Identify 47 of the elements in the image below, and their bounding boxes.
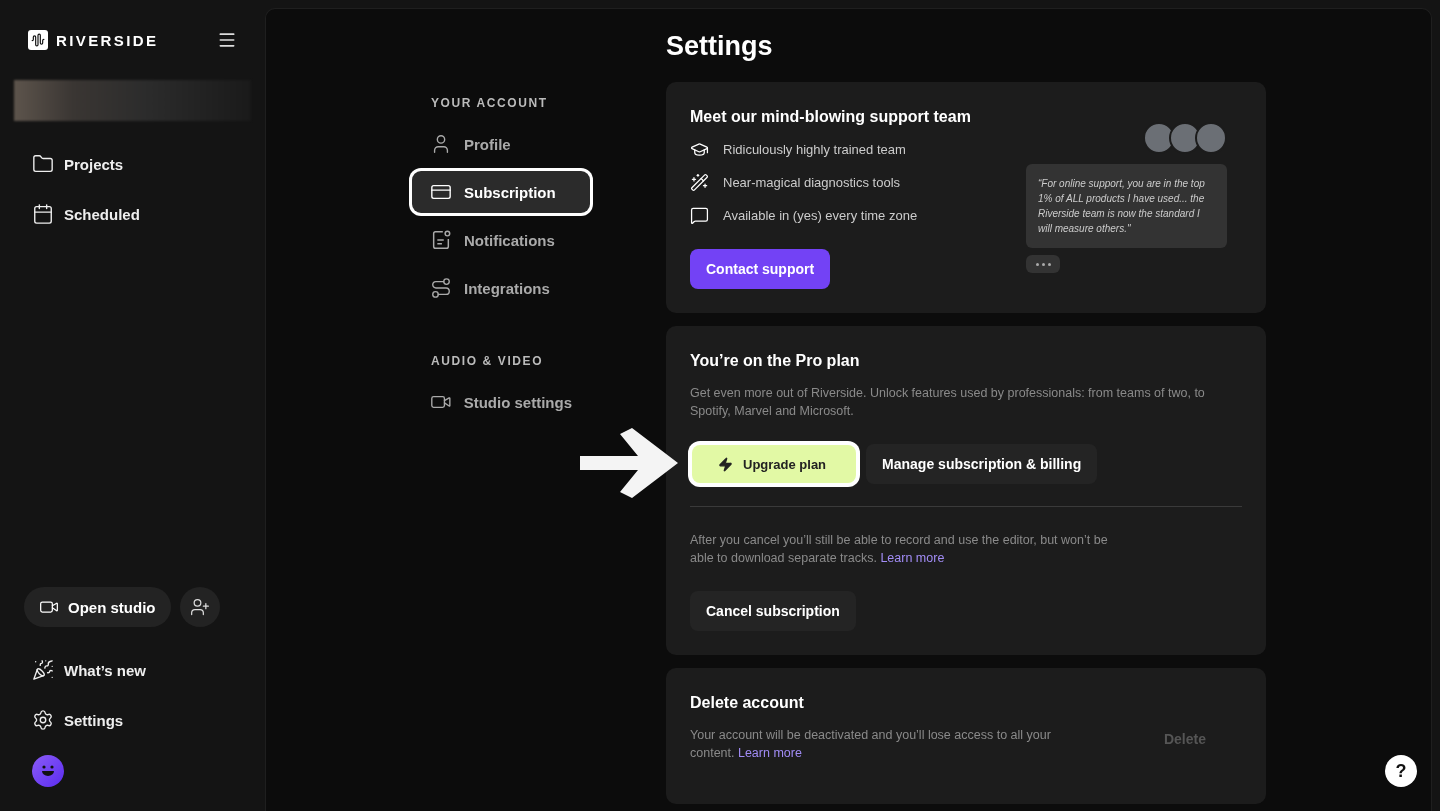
feature-icon [690, 206, 709, 225]
card-title: Delete account [690, 694, 805, 712]
add-person-icon [189, 597, 210, 617]
feature-text: Available in (yes) every time zone [723, 208, 918, 223]
lightning-icon [718, 456, 733, 472]
section-heading: YOUR ACCOUNT [431, 96, 549, 110]
typing-dots-icon [1026, 255, 1060, 273]
delete-description: Your account will be deactivated and you’ll lose access to all your content. Learn more [690, 727, 1052, 762]
sidebar-item[interactable]: Projects [14, 141, 251, 187]
folder-icon [32, 153, 54, 175]
card-title: Meet our mind-blowing support team [690, 108, 971, 126]
settings-nav-item[interactable]: Studio settings [412, 381, 590, 423]
page-title: Settings [666, 31, 774, 62]
invite-button[interactable] [179, 587, 220, 627]
logo-text: RIVERSIDE [56, 31, 159, 49]
feature-text: Near-magical diagnostics tools [723, 175, 901, 190]
help-button[interactable]: ? [1385, 755, 1417, 787]
menu-icon[interactable] [217, 30, 237, 50]
feature-icon [690, 173, 709, 192]
logo-icon [28, 30, 48, 50]
learn-more-link[interactable]: Learn more [737, 746, 802, 760]
settings-nav-item[interactable]: Subscription [412, 171, 590, 213]
settings-nav-item[interactable]: Profile [412, 123, 590, 165]
section-heading: AUDIO & VIDEO [431, 354, 545, 368]
settings-icon [32, 709, 54, 731]
arrow-icon [580, 428, 678, 498]
learn-more-link[interactable]: Learn more [880, 551, 945, 565]
calendar-icon [32, 203, 54, 225]
sidebar-item[interactable]: What’s new [14, 647, 251, 693]
sidebar-item[interactable]: Settings [14, 697, 251, 743]
plan-description: Get even more out of Riverside. Unlock features used by professionals: from teams of two, to Spotify, Marvel and Microsoft. [690, 385, 1206, 420]
sidebar-item[interactable]: Scheduled [14, 191, 251, 237]
notification-icon [430, 229, 452, 251]
quote-bubble: “For online support, you are in the top 1% of ALL products I have used... the Riverside team is now the standard I will measure others." [1026, 164, 1227, 248]
feature-text: Ridiculously highly trained team [723, 142, 906, 157]
feature-icon [690, 140, 709, 159]
card-title: You’re on the Pro plan [690, 352, 861, 370]
settings-nav-item[interactable]: Integrations [412, 267, 590, 309]
cancel-subscription-button[interactable]: Cancel subscription [690, 591, 856, 631]
manage-subscription-button[interactable]: Manage subscription & billing [866, 444, 1098, 484]
open-studio-button[interactable]: Open studio [24, 587, 171, 627]
party-popper-icon [32, 659, 54, 681]
route-icon [430, 277, 452, 299]
settings-nav-item[interactable]: Notifications [412, 219, 590, 261]
cancel-note: After you cancel you’ll still be able to record and use the editor, but won’t be able to download separate tracks. Learn more [690, 532, 1109, 567]
contact-support-button[interactable]: Contact support [690, 249, 831, 289]
avatar[interactable] [32, 755, 64, 787]
